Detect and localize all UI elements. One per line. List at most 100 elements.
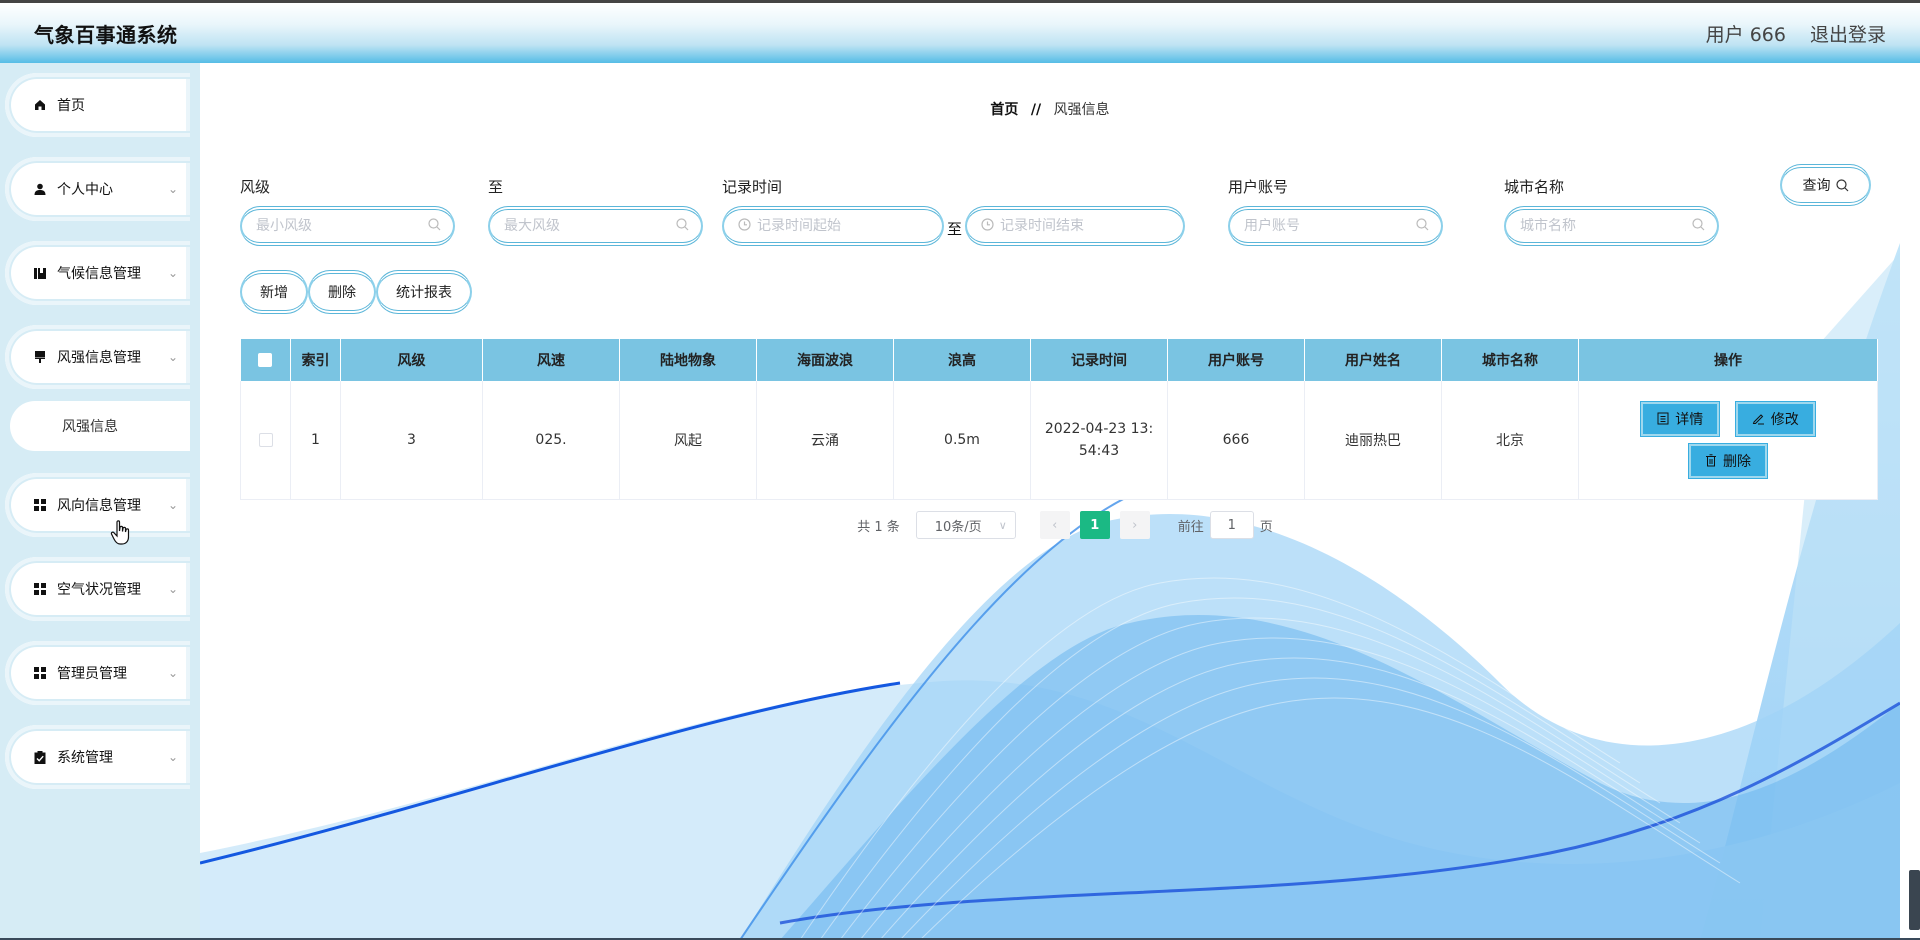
main-content: 首页 // 风强信息 风级 至 记录时间 至 [200, 63, 1900, 940]
cell-user-name: 迪丽热巴 [1304, 381, 1442, 500]
breadcrumb-current: 风强信息 [1053, 102, 1110, 118]
chevron-down-icon: ⌄ [167, 498, 178, 512]
batch-delete-button[interactable]: 删除 [308, 270, 376, 314]
user-account-field[interactable] [1228, 206, 1443, 246]
pagination: 共 1 条 10条/页 ∨ ‹ 1 › 前往 页 [200, 511, 1900, 539]
table-row: 1 3 025. 风起 云涌 0.5m 2022-04-23 13:54:43 … [240, 381, 1878, 500]
record-time-start-input[interactable] [757, 218, 930, 234]
record-time-end-field[interactable] [965, 206, 1185, 246]
sidebar-subitem-wind-strength-info[interactable]: 风强信息 [10, 401, 190, 451]
breadcrumb-separator: // [1030, 102, 1042, 118]
column-header[interactable]: 用户姓名 [1304, 339, 1442, 381]
max-wind-level-label: 至 [488, 178, 504, 196]
query-button-label: 查询 [1802, 178, 1831, 194]
edit-button[interactable]: 修改 [1735, 401, 1815, 436]
trash-icon [1706, 454, 1716, 467]
cell-wave-height: 0.5m [893, 381, 1031, 500]
page-size-select[interactable]: 10条/页 ∨ [915, 511, 1016, 539]
wave-background-image [200, 243, 1900, 940]
grid-icon [33, 666, 47, 680]
cell-operations: 详情 修改 删除 [1578, 381, 1878, 500]
sidebar-item-system[interactable]: 系统管理 ⌄ [5, 725, 190, 789]
detail-button-label: 详情 [1675, 411, 1704, 428]
statistics-report-button[interactable]: 统计报表 [376, 270, 472, 314]
chevron-down-icon: ⌄ [167, 182, 178, 196]
min-wind-level-input[interactable] [256, 218, 428, 234]
scrollbar-handle[interactable] [1909, 870, 1920, 930]
sidebar-item-label: 系统管理 [57, 750, 113, 766]
add-button[interactable]: 新增 [240, 270, 308, 314]
sidebar: 首页 个人中心 ⌄ 气候信息管理 ⌄ 风强信息管理 ⌄ 风强信息 风向信息管理 … [0, 63, 200, 940]
page-suffix: 页 [1259, 519, 1273, 535]
sidebar-item-climate-info[interactable]: 气候信息管理 ⌄ [5, 241, 190, 305]
sidebar-item-label: 个人中心 [57, 182, 113, 198]
table-header-row: 索引 风级 风速 陆地物象 海面波浪 浪高 记录时间 用户账号 用户姓名 城市名… [240, 339, 1878, 381]
search-icon [1692, 217, 1705, 235]
cell-wind-speed: 025. [482, 381, 620, 500]
column-header[interactable]: 浪高 [893, 339, 1031, 381]
goto-page: 前往 页 [1178, 511, 1273, 539]
logout-link[interactable]: 退出登录 [1810, 20, 1886, 47]
page-number-active[interactable]: 1 [1079, 511, 1110, 539]
column-header[interactable]: 城市名称 [1441, 339, 1579, 381]
sidebar-item-label: 风向信息管理 [57, 498, 141, 514]
column-header[interactable]: 风级 [340, 339, 483, 381]
flag-icon [33, 350, 47, 364]
goto-page-input[interactable] [1209, 511, 1254, 539]
column-header[interactable]: 用户账号 [1167, 339, 1305, 381]
row-checkbox[interactable] [258, 432, 273, 447]
select-all-checkbox[interactable] [258, 353, 273, 367]
user-icon [33, 182, 47, 196]
user-account-label: 用户账号 [1228, 178, 1289, 196]
sidebar-item-admin[interactable]: 管理员管理 ⌄ [5, 641, 190, 705]
sidebar-item-label: 风强信息管理 [57, 350, 141, 366]
city-name-field[interactable] [1504, 206, 1719, 246]
sidebar-item-label: 气候信息管理 [57, 266, 141, 282]
column-header[interactable]: 记录时间 [1030, 339, 1168, 381]
min-wind-level-field[interactable] [240, 206, 455, 246]
cell-wind-level: 3 [340, 381, 483, 500]
column-header[interactable]: 海面波浪 [756, 339, 894, 381]
query-button[interactable]: 查询 [1780, 164, 1871, 206]
delete-row-button[interactable]: 删除 [1689, 443, 1767, 478]
search-icon [676, 217, 689, 235]
record-time-label: 记录时间 [722, 178, 783, 196]
column-header[interactable]: 陆地物象 [619, 339, 757, 381]
search-icon [1835, 178, 1849, 192]
chevron-down-icon: ⌄ [167, 266, 178, 280]
prev-page-button[interactable]: ‹ [1039, 511, 1070, 539]
clock-icon [981, 217, 994, 235]
max-wind-level-input[interactable] [504, 218, 676, 234]
cell-record-time: 2022-04-23 13:54:43 [1030, 381, 1168, 500]
delete-row-button-label: 删除 [1723, 453, 1751, 470]
sidebar-item-personal-center[interactable]: 个人中心 ⌄ [5, 157, 190, 221]
chevron-down-icon: ⌄ [167, 666, 178, 680]
home-icon [33, 98, 47, 112]
user-label[interactable]: 用户 666 [1706, 20, 1786, 47]
detail-button[interactable]: 详情 [1641, 401, 1720, 436]
chevron-down-icon: ⌄ [167, 750, 178, 764]
city-name-input[interactable] [1520, 218, 1692, 234]
sidebar-item-air-quality[interactable]: 空气状况管理 ⌄ [5, 557, 190, 621]
cell-index: 1 [290, 381, 341, 500]
column-header[interactable]: 风速 [482, 339, 620, 381]
select-all-cell [240, 339, 291, 381]
max-wind-level-field[interactable] [488, 206, 703, 246]
column-header[interactable]: 索引 [290, 339, 341, 381]
cell-city-name: 北京 [1441, 381, 1579, 500]
chevron-down-icon: ⌄ [167, 350, 178, 364]
next-page-button[interactable]: › [1119, 511, 1150, 539]
total-count: 共 1 条 [857, 519, 900, 535]
sidebar-item-wind-strength[interactable]: 风强信息管理 ⌄ [5, 325, 190, 389]
breadcrumb: 首页 // 风强信息 [200, 99, 1900, 119]
record-time-start-field[interactable] [722, 206, 944, 246]
row-select-cell [240, 381, 291, 500]
breadcrumb-home[interactable]: 首页 [990, 102, 1018, 118]
grid-icon [33, 498, 47, 512]
top-header: 气象百事通系统 用户 666 退出登录 [0, 3, 1920, 63]
sidebar-item-wind-direction[interactable]: 风向信息管理 ⌄ [5, 473, 190, 537]
record-time-end-input[interactable] [1000, 218, 1171, 234]
window-right-strip [1900, 63, 1920, 940]
user-account-input[interactable] [1244, 218, 1416, 234]
sidebar-item-home[interactable]: 首页 [5, 73, 190, 137]
